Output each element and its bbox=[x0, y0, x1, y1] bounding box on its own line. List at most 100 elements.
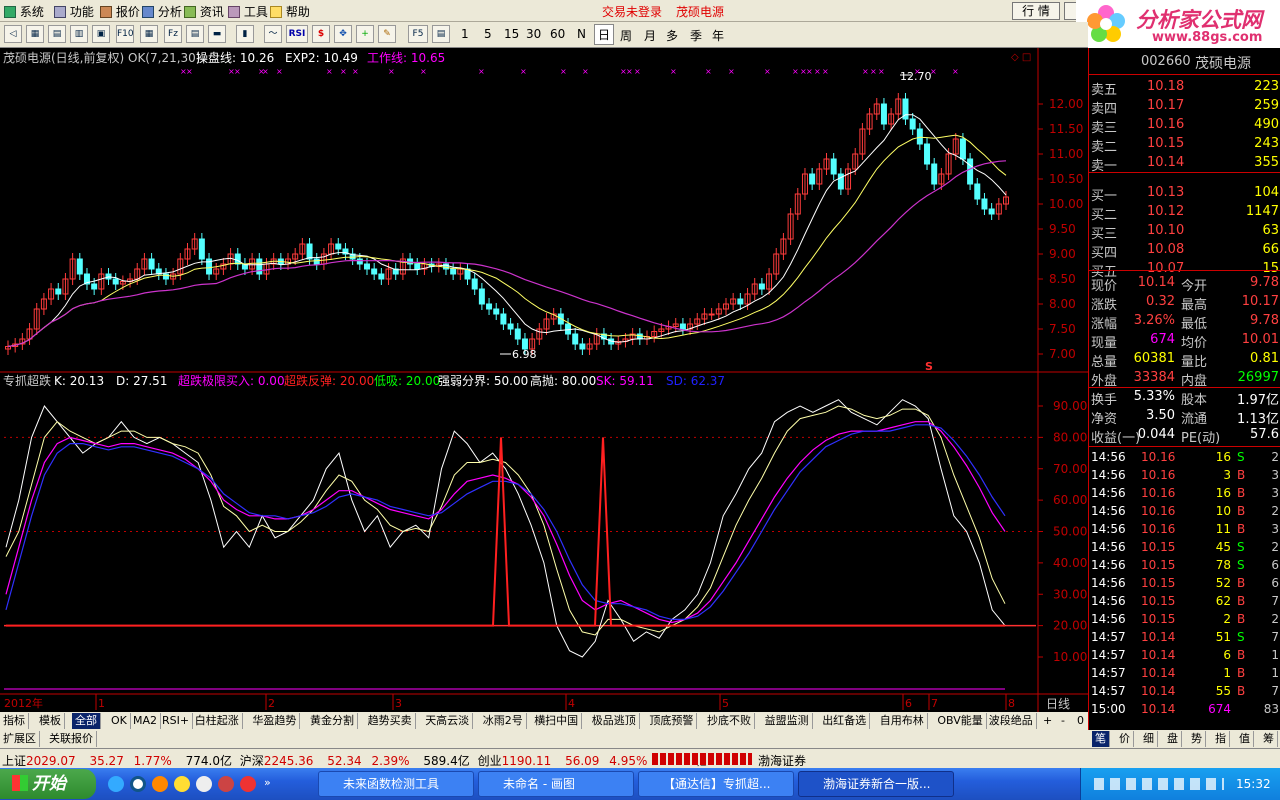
rsi-icon[interactable]: RSI bbox=[286, 25, 308, 43]
indicator-tab[interactable]: RSI+ bbox=[159, 713, 194, 729]
menu-info[interactable]: 资讯 bbox=[184, 3, 224, 20]
menu-system[interactable]: 系统 bbox=[4, 3, 44, 20]
indicator-tab[interactable]: 益盟监测 bbox=[762, 713, 813, 729]
ask-row[interactable]: 卖一 10.14 355 bbox=[1089, 154, 1280, 174]
chart-area[interactable]: ◇ □ 茂硕电源(日线,前复权) OK(7,21,30) 操盘线: 10.26 … bbox=[0, 48, 1088, 712]
quicklaunch-ie-icon[interactable] bbox=[108, 776, 124, 792]
period-month[interactable]: 月 bbox=[644, 27, 656, 44]
multi-chart-icon[interactable]: ▦ bbox=[140, 25, 158, 43]
side-tab[interactable]: 值 bbox=[1236, 731, 1254, 747]
task-window-2[interactable]: 【通达信】专抓超... bbox=[638, 771, 794, 797]
cash-icon[interactable]: ▬ bbox=[208, 25, 226, 43]
menu-analysis[interactable]: 分析 bbox=[142, 3, 182, 20]
pen-icon[interactable]: ✎ bbox=[378, 25, 396, 43]
chart-icon[interactable]: ▥ bbox=[70, 25, 88, 43]
bid-row[interactable]: 买四 10.08 66 bbox=[1089, 241, 1280, 261]
ask-row[interactable]: 卖四 10.17 259 bbox=[1089, 97, 1280, 117]
indicator-tab[interactable]: 极品逃顶 bbox=[589, 713, 640, 729]
indicator-tab[interactable]: 华盈趋势 bbox=[249, 713, 301, 729]
side-tab[interactable]: 盘 bbox=[1164, 731, 1182, 747]
side-tab[interactable]: 细 bbox=[1140, 731, 1158, 747]
fund-icon[interactable]: F10 bbox=[116, 25, 134, 43]
start-button[interactable]: 开始 bbox=[0, 769, 96, 799]
side-tab[interactable]: 指 bbox=[1212, 731, 1230, 747]
indicator-tab[interactable]: OBV能量 bbox=[934, 713, 987, 729]
login-status[interactable]: 交易未登录 bbox=[602, 3, 662, 20]
bid-row[interactable]: 买二 10.12 1147 bbox=[1089, 203, 1280, 223]
move-icon[interactable]: ✥ bbox=[334, 25, 352, 43]
indicator-tab[interactable]: 冰雨2号 bbox=[480, 713, 527, 729]
period-n[interactable]: N bbox=[577, 27, 586, 41]
grid-icon[interactable]: ▦ bbox=[26, 25, 44, 43]
indicator-tab[interactable]: 全部 bbox=[72, 713, 101, 729]
indicator-tab[interactable]: 模板 bbox=[36, 713, 65, 729]
table-icon[interactable]: ▤ bbox=[186, 25, 204, 43]
indicator-tab[interactable]: 黄金分割 bbox=[307, 713, 358, 729]
task-window-0[interactable]: 未来函数检测工具 bbox=[318, 771, 474, 797]
fz-icon[interactable]: Fz bbox=[164, 25, 182, 43]
bid-row[interactable]: 买一 10.13 104 bbox=[1089, 184, 1280, 204]
tab-control[interactable]: + bbox=[1040, 713, 1055, 729]
period-year[interactable]: 年 bbox=[712, 27, 724, 44]
period-30min[interactable]: 30 bbox=[526, 27, 541, 41]
indicator-tab[interactable]: 波段绝品 bbox=[986, 713, 1037, 729]
corner-icon[interactable]: ◇ □ bbox=[1011, 52, 1031, 63]
indicator-tab[interactable]: 天高云淡 bbox=[422, 713, 474, 729]
list-icon[interactable]: ▤ bbox=[48, 25, 66, 43]
indicator-tab[interactable]: MA2 bbox=[130, 713, 162, 729]
indicator-tab[interactable]: 抄底不败 bbox=[704, 713, 755, 729]
chart-canvas[interactable]: ◇ □ 茂硕电源(日线,前复权) OK(7,21,30) 操盘线: 10.26 … bbox=[0, 48, 1088, 712]
tab-related[interactable]: 关联报价 bbox=[46, 731, 97, 747]
ask-row[interactable]: 卖三 10.16 490 bbox=[1089, 116, 1280, 136]
tab-expand[interactable]: 扩展区 bbox=[0, 731, 40, 747]
period-quarter[interactable]: 季 bbox=[690, 27, 702, 44]
task-window-1[interactable]: 未命名 - 画图 bbox=[478, 771, 634, 797]
period-15min[interactable]: 15 bbox=[504, 27, 519, 41]
indicator-tab[interactable]: 顶底预警 bbox=[646, 713, 698, 729]
line-chart-icon[interactable]: 〜 bbox=[264, 25, 282, 43]
indicator-tab[interactable]: OK bbox=[108, 713, 131, 729]
period-day[interactable]: 日 bbox=[594, 24, 615, 45]
tray-icons[interactable] bbox=[1094, 778, 1224, 790]
indicator-tab[interactable]: 白柱起涨 bbox=[192, 713, 243, 729]
quicklaunch-browser-icon[interactable] bbox=[152, 776, 168, 792]
f5-button[interactable]: F5 bbox=[408, 25, 428, 43]
period-week[interactable]: 周 bbox=[620, 27, 632, 44]
period-1min[interactable]: 1 bbox=[461, 27, 469, 41]
quicklaunch-more-icon[interactable]: » bbox=[264, 776, 274, 792]
back-icon[interactable]: ◁ bbox=[4, 25, 22, 43]
menu-help[interactable]: 帮助 bbox=[270, 3, 310, 20]
bar-icon[interactable]: ▮ bbox=[236, 25, 254, 43]
period-multi[interactable]: 多 bbox=[666, 27, 678, 44]
ask-row[interactable]: 卖二 10.15 243 bbox=[1089, 135, 1280, 155]
quote-button[interactable]: 行 情 bbox=[1012, 2, 1060, 20]
quicklaunch-app-icon[interactable] bbox=[130, 776, 146, 792]
period-60min[interactable]: 60 bbox=[550, 27, 565, 41]
quicklaunch-qq-icon[interactable] bbox=[196, 776, 212, 792]
indicator-tab[interactable]: 指标 bbox=[0, 713, 29, 729]
window-icon[interactable]: ▣ bbox=[92, 25, 110, 43]
layout-icon[interactable]: ▤ bbox=[432, 25, 450, 43]
menu-function[interactable]: 功能 bbox=[54, 3, 94, 20]
side-tab[interactable]: 筹 bbox=[1260, 731, 1278, 747]
indicator-tab[interactable]: 横扫中国 bbox=[531, 713, 583, 729]
side-tab[interactable]: 势 bbox=[1188, 731, 1206, 747]
indicator-tab[interactable]: 趋势买卖 bbox=[365, 713, 416, 729]
indicator-tab[interactable]: 出红备选 bbox=[819, 713, 871, 729]
menu-tools[interactable]: 工具 bbox=[228, 3, 268, 20]
add-icon[interactable]: + bbox=[356, 25, 374, 43]
bid-row[interactable]: 买三 10.10 63 bbox=[1089, 222, 1280, 242]
quicklaunch-media-icon[interactable] bbox=[174, 776, 190, 792]
quicklaunch-music-icon[interactable] bbox=[218, 776, 234, 792]
task-window-3[interactable]: 渤海证券新合一版... bbox=[798, 771, 954, 797]
indicator-tab[interactable]: 自用布林 bbox=[877, 713, 928, 729]
side-tab[interactable]: 笔 bbox=[1092, 731, 1110, 747]
period-5min[interactable]: 5 bbox=[484, 27, 492, 41]
tab-control[interactable]: 0 bbox=[1074, 713, 1087, 729]
quicklaunch-antivirus-icon[interactable] bbox=[240, 776, 256, 792]
menu-quote[interactable]: 报价 bbox=[100, 3, 140, 20]
ask-row[interactable]: 卖五 10.18 223 bbox=[1089, 78, 1280, 98]
side-tab[interactable]: 价 bbox=[1116, 731, 1134, 747]
dollar-icon[interactable]: $ bbox=[312, 25, 330, 43]
tab-control[interactable]: - bbox=[1058, 713, 1068, 729]
